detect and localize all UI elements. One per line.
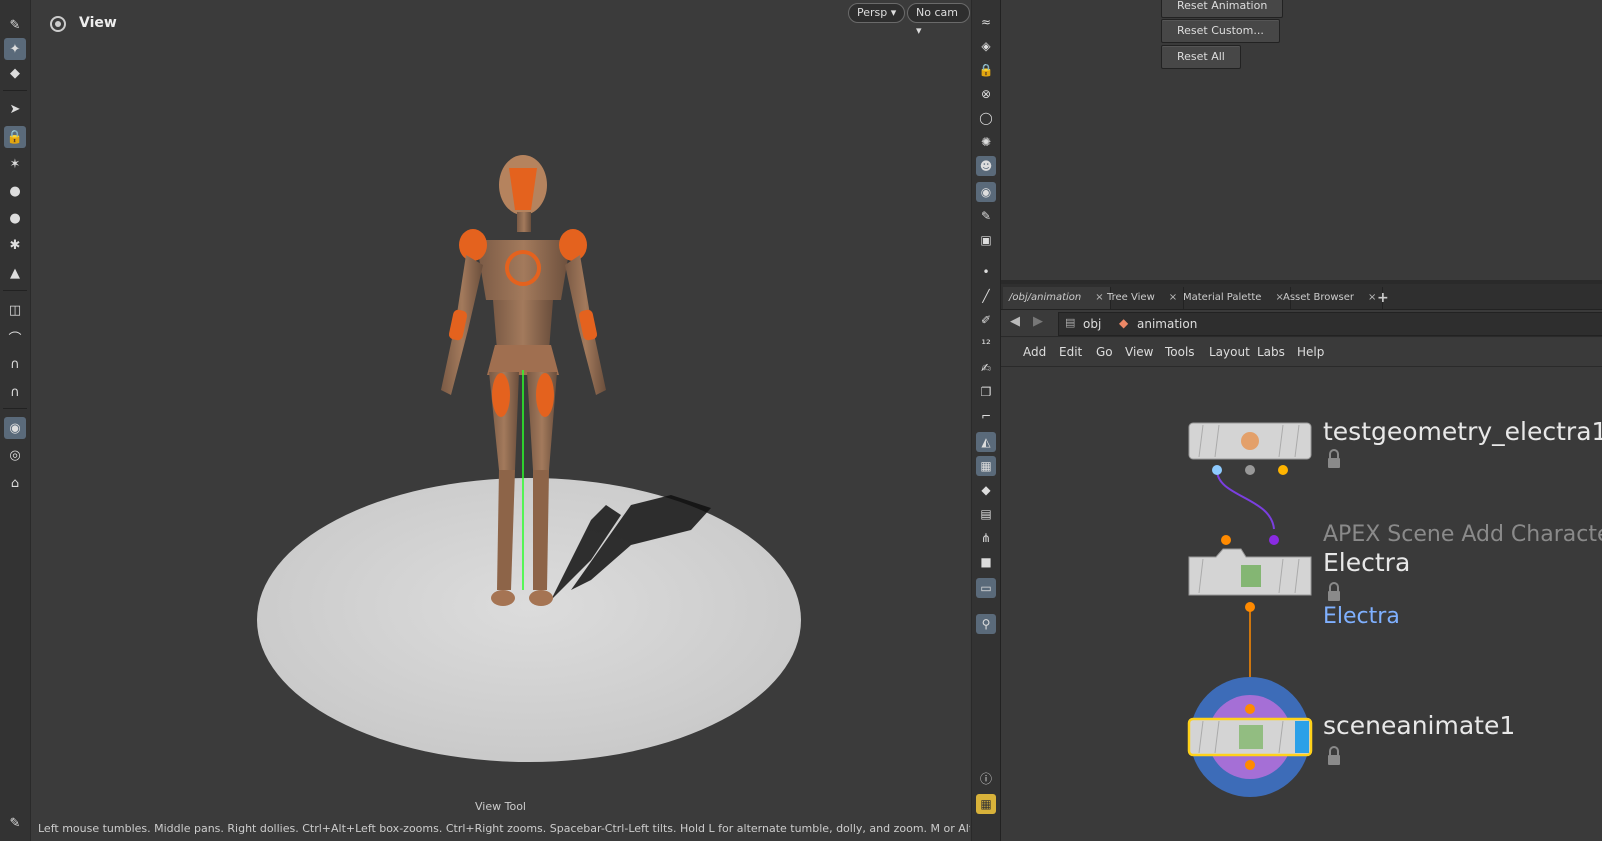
breadcrumb: ▤ obj ◆ animation: [1058, 312, 1602, 336]
point-icon[interactable]: •: [976, 262, 996, 282]
breadcrumb-animation[interactable]: animation: [1137, 317, 1197, 331]
tab-tree-view[interactable]: Tree View ×: [1101, 287, 1185, 309]
tab-label: Asset Browser: [1283, 292, 1355, 303]
pane-tabs: /obj/animation × Tree View × Material Pale…: [1001, 284, 1602, 310]
layers-icon[interactable]: ❐: [976, 382, 996, 402]
lock-camera-icon[interactable]: 🔒: [976, 60, 996, 80]
handle-tool-icon[interactable]: ●: [4, 207, 26, 229]
reset-all-button[interactable]: Reset All: [1161, 45, 1241, 69]
network-menubar: Add Edit Go View Tools Layout Labs Help: [1001, 338, 1602, 367]
joints-icon[interactable]: ⋔: [976, 528, 996, 548]
orbit-icon[interactable]: ◎: [4, 444, 26, 466]
network-editor[interactable]: testgeometry_electra1 APEX Scene Add Cha…: [1001, 367, 1602, 841]
magnet-small-icon[interactable]: ∩: [4, 353, 26, 375]
node-name[interactable]: testgeometry_electra1: [1323, 417, 1602, 446]
node-apex-add-character[interactable]: [1188, 535, 1312, 612]
reset-animation-button[interactable]: Reset Animation: [1161, 0, 1284, 18]
camera-view-icon[interactable]: ◉: [976, 182, 996, 202]
light-icon[interactable]: ✺: [976, 132, 996, 152]
ghost-icon[interactable]: ⊗: [976, 84, 996, 104]
right-panel: Reset Animation Reset Custom... Reset Al…: [1001, 0, 1602, 841]
parameter-pane: Reset Animation Reset Custom... Reset Al…: [1001, 0, 1602, 280]
snap-icon[interactable]: ✎: [976, 206, 996, 226]
display-options-icon[interactable]: ≈: [976, 12, 996, 32]
forward-arrow-icon[interactable]: ▶: [1033, 314, 1043, 329]
sculpt-icon[interactable]: ✦: [4, 38, 26, 60]
network-icon: ◆: [1119, 316, 1129, 330]
render-region-icon[interactable]: ▣: [976, 230, 996, 250]
scene-render: [257, 155, 801, 762]
path-bar: ◀ ▶ ▤ obj ◆ animation: [1001, 310, 1602, 337]
camera-rig-icon[interactable]: ⌂: [4, 472, 26, 494]
image-icon[interactable]: ▭: [976, 578, 996, 598]
texture-icon[interactable]: ▦: [976, 456, 996, 476]
pen-icon[interactable]: ✐: [976, 310, 996, 330]
close-icon[interactable]: ×: [1169, 292, 1177, 303]
skeleton-tool-icon[interactable]: ✱: [4, 234, 26, 256]
breadcrumb-obj[interactable]: obj: [1083, 317, 1101, 331]
tab-network[interactable]: /obj/animation ×: [1003, 287, 1111, 309]
node-name[interactable]: sceneanimate1: [1323, 711, 1515, 740]
rotate-tool-icon[interactable]: ●: [4, 180, 26, 202]
tab-label: Tree View: [1107, 292, 1155, 303]
menu-go[interactable]: Go: [1096, 345, 1113, 359]
tag-icon[interactable]: ◆: [4, 62, 26, 84]
menu-layout[interactable]: Layout: [1209, 345, 1250, 359]
pin-icon[interactable]: ⚲: [976, 614, 996, 634]
menu-edit[interactable]: Edit: [1059, 345, 1082, 359]
lock-select-icon[interactable]: 🔒: [4, 126, 26, 148]
node-type-label: APEX Scene Add Character: [1323, 522, 1602, 547]
left-toolbar: ✎ ✦ ◆ ➤ 🔒 ✶ ● ● ✱ ▲ ◫ ⌒ ∩ ∩ ◉ ◎ ⌂ ✎: [0, 0, 31, 841]
tab-label: Material Palette: [1183, 292, 1262, 303]
wire-purple: [1216, 469, 1275, 530]
numbers-icon[interactable]: ¹²: [976, 334, 996, 354]
brush-small-icon[interactable]: ✍: [976, 358, 996, 378]
status-hint: Left mouse tumbles. Middle pans. Right d…: [38, 822, 970, 835]
pose-tool-icon[interactable]: ✶: [4, 153, 26, 175]
menu-labs[interactable]: Labs: [1257, 345, 1285, 359]
paint-icon[interactable]: ✎: [4, 14, 26, 36]
scale-tool-icon[interactable]: ◫: [4, 299, 26, 321]
skull-icon[interactable]: ☻: [976, 156, 996, 176]
map-icon[interactable]: ▤: [976, 504, 996, 524]
view-tool-label: View Tool: [475, 800, 526, 813]
select-arrow-icon[interactable]: ➤: [4, 98, 26, 120]
add-tab-button[interactable]: +: [1371, 287, 1395, 309]
tab-material-palette[interactable]: Material Palette ×: [1177, 287, 1291, 309]
magnet-icon[interactable]: ∩: [4, 381, 26, 403]
info-icon[interactable]: ⓘ: [976, 768, 996, 788]
surface-icon[interactable]: ◭: [976, 432, 996, 452]
brush-icon[interactable]: ✎: [4, 812, 26, 834]
corner-icon[interactable]: ⌐: [976, 406, 996, 426]
node-name[interactable]: Electra: [1323, 548, 1410, 577]
tab-label: /obj/animation: [1009, 292, 1082, 303]
back-arrow-icon[interactable]: ◀: [1010, 314, 1020, 329]
node-testgeometry[interactable]: [1188, 422, 1312, 475]
reset-custom-button[interactable]: Reset Custom...: [1161, 19, 1280, 43]
menu-help[interactable]: Help: [1297, 345, 1324, 359]
grid-layout-icon[interactable]: ▦: [976, 794, 996, 814]
diamond-icon[interactable]: ◆: [976, 480, 996, 500]
ground-disc: [257, 478, 801, 762]
viewport-display-toolbar: ≈ ◈ 🔒 ⊗ ◯ ✺ ☻ ◉ ✎ ▣ • ╱ ✐ ¹² ✍ ❐ ⌐ ◭ ▦ ◆…: [971, 0, 1002, 841]
tab-asset-browser[interactable]: Asset Browser ×: [1277, 287, 1384, 309]
menu-add[interactable]: Add: [1023, 345, 1046, 359]
edge-icon[interactable]: ╱: [976, 286, 996, 306]
menu-tools[interactable]: Tools: [1165, 345, 1195, 359]
curve-tool-icon[interactable]: ⌒: [4, 326, 26, 348]
menu-view[interactable]: View: [1125, 345, 1153, 359]
transform-tool-icon[interactable]: ▲: [4, 262, 26, 284]
stop-icon[interactable]: ■: [976, 552, 996, 572]
folder-icon: ▤: [1065, 316, 1076, 329]
view-tool-icon[interactable]: ◉: [4, 417, 26, 439]
node-sceneanimate[interactable]: [1187, 677, 1313, 797]
geometry-display-icon[interactable]: ◈: [976, 36, 996, 56]
scene-viewport[interactable]: View Persp ▾ No cam ▾ View Tool Left mou…: [31, 0, 970, 841]
shading-icon[interactable]: ◯: [976, 108, 996, 128]
node-comment: Electra: [1323, 604, 1400, 629]
